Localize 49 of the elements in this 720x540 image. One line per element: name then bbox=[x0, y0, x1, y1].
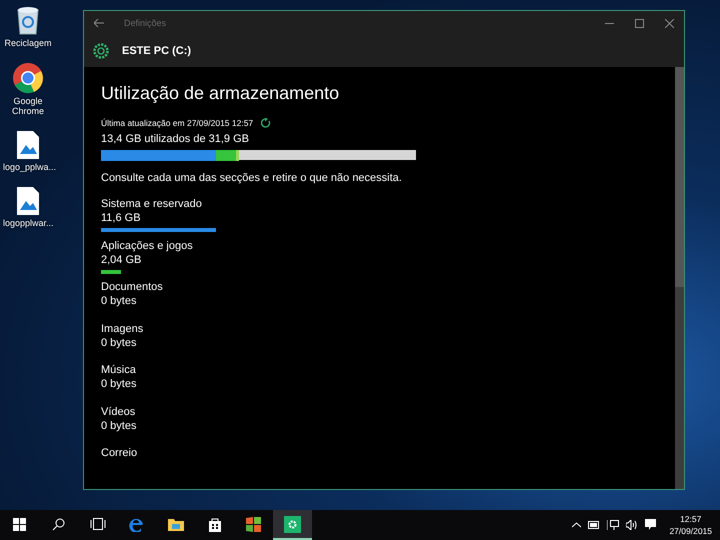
scrollbar[interactable] bbox=[675, 67, 684, 489]
category-name[interactable]: Vídeos bbox=[101, 406, 675, 418]
desktop-icon-label[interactable]: logopplwar... bbox=[3, 218, 53, 228]
maximize-icon bbox=[634, 18, 644, 28]
category-name[interactable]: Correio bbox=[101, 447, 675, 460]
clock[interactable]: 12:57 27/09/2015 bbox=[669, 513, 712, 537]
caret-icon[interactable] bbox=[572, 522, 582, 528]
category-size: 0 bytes bbox=[101, 295, 138, 308]
desktop-icon-label[interactable]: Reciclagem bbox=[3, 38, 53, 48]
back-arrow-icon bbox=[94, 19, 104, 27]
settings-icon bbox=[92, 42, 110, 60]
network-icon[interactable] bbox=[607, 520, 620, 530]
image-file-icon bbox=[16, 186, 40, 216]
notification-icon[interactable] bbox=[645, 519, 656, 531]
last-updated-text: Última atualização em 27/09/2015 12:57 bbox=[101, 118, 254, 128]
clock-date: 27/09/2015 bbox=[669, 525, 712, 537]
category-size: 0 bytes bbox=[101, 336, 138, 349]
windows-icon bbox=[13, 518, 26, 530]
browser-icon bbox=[12, 62, 44, 94]
desktop-icon-label[interactable]: Google Chrome bbox=[3, 96, 53, 116]
taskbar-button[interactable] bbox=[273, 510, 312, 540]
page-title: ESTE PC (C:) bbox=[122, 45, 192, 57]
category-name[interactable]: Música bbox=[101, 364, 675, 376]
shopping-bag-icon bbox=[208, 516, 222, 532]
settings-icon bbox=[284, 516, 301, 532]
browser-e-icon bbox=[129, 516, 144, 532]
image-file-icon bbox=[16, 130, 40, 160]
clock-time: 12:57 bbox=[680, 513, 702, 525]
category-name[interactable]: Aplicações e jogos bbox=[101, 240, 675, 252]
used-space-text: 13,4 GB utilizados de 31,9 GB bbox=[101, 133, 250, 145]
refresh-icon[interactable] bbox=[261, 118, 272, 128]
category-name[interactable]: Imagens bbox=[101, 322, 675, 335]
section-heading: Utilização de armazenamento bbox=[101, 83, 340, 104]
category-size: 11,6 GB bbox=[101, 212, 142, 224]
category-size: 0 bytes bbox=[101, 378, 138, 390]
category-size: 2,04 GB bbox=[101, 254, 142, 266]
battery-icon[interactable] bbox=[588, 521, 600, 529]
hint-text: Consulte cada uma das secções e retire o que não necessita. bbox=[101, 172, 403, 184]
window-title: Definições bbox=[124, 18, 168, 28]
category-size: 0 bytes bbox=[101, 420, 138, 432]
category-name[interactable]: Documentos bbox=[101, 281, 675, 294]
task-view-icon bbox=[90, 518, 106, 530]
tiles-icon bbox=[246, 516, 261, 532]
close-icon bbox=[664, 18, 674, 28]
desktop-icon-label[interactable]: logo_pplwa... bbox=[3, 162, 53, 172]
category-name[interactable]: Sistema e reservado bbox=[101, 198, 675, 210]
search-icon bbox=[52, 518, 65, 530]
folder-icon bbox=[168, 518, 184, 530]
volume-icon[interactable] bbox=[626, 520, 638, 530]
